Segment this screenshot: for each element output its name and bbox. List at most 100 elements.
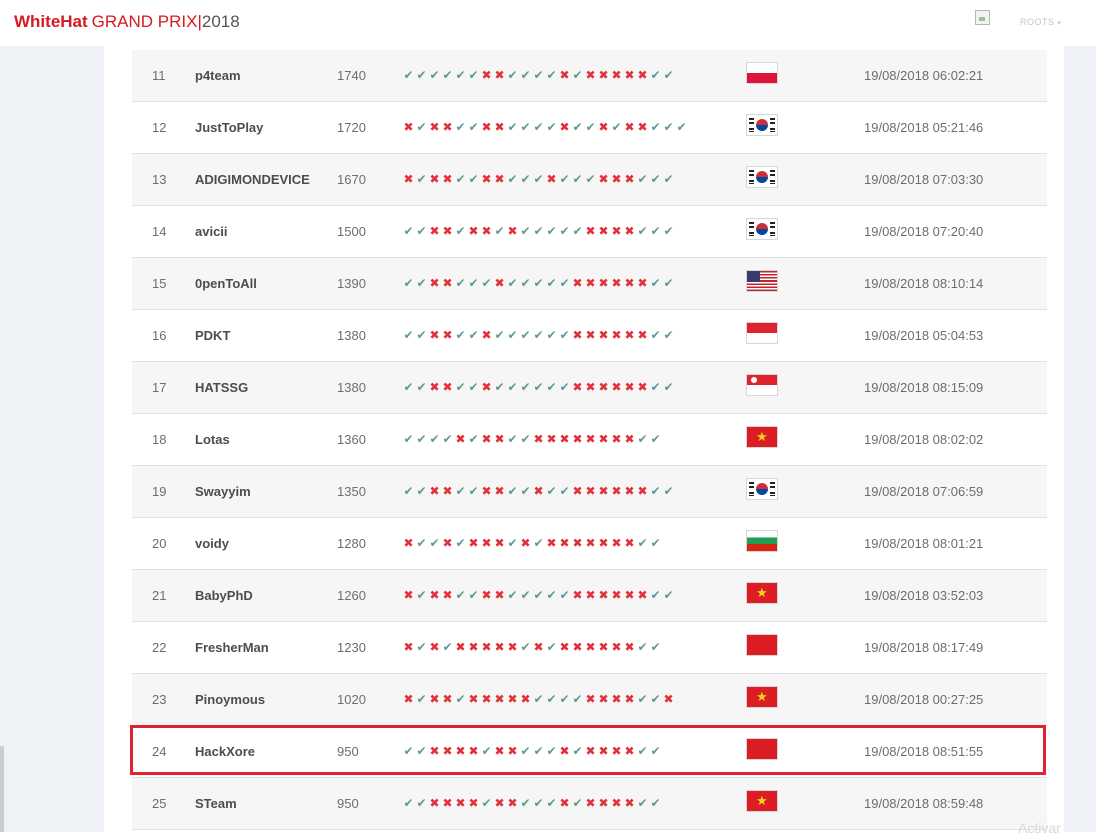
cross-icon: ✖ <box>442 796 453 810</box>
check-icon: ✔ <box>546 120 557 134</box>
check-icon: ✔ <box>520 68 531 82</box>
check-icon: ✔ <box>546 276 557 290</box>
check-icon: ✔ <box>546 796 557 810</box>
team-name-link[interactable]: FresherMan <box>195 622 269 673</box>
cross-icon: ✖ <box>611 484 622 498</box>
user-menu-dropdown[interactable]: ROOTS ▾ <box>1020 17 1062 27</box>
cross-icon: ✖ <box>442 744 453 758</box>
check-icon: ✔ <box>403 380 414 394</box>
check-icon: ✔ <box>416 276 427 290</box>
check-icon: ✔ <box>520 172 531 186</box>
team-name-link[interactable]: Lotas <box>195 414 230 465</box>
cross-icon: ✖ <box>442 484 453 498</box>
team-name-link[interactable]: HackXore <box>195 726 255 777</box>
check-icon: ✔ <box>585 172 596 186</box>
cross-icon: ✖ <box>494 536 505 550</box>
cross-icon: ✖ <box>481 68 492 82</box>
check-icon: ✔ <box>442 68 453 82</box>
check-icon: ✔ <box>572 120 583 134</box>
cross-icon: ✖ <box>598 484 609 498</box>
check-icon: ✔ <box>663 588 674 602</box>
check-icon: ✔ <box>663 68 674 82</box>
team-name-link[interactable]: STeam <box>195 778 237 829</box>
cross-icon: ✖ <box>585 380 596 394</box>
check-icon: ✔ <box>416 224 427 238</box>
check-icon: ✔ <box>416 380 427 394</box>
check-icon: ✔ <box>676 120 687 134</box>
site-logo[interactable]: WhiteHat GRAND PRIX|2018 <box>14 12 240 32</box>
cross-icon: ✖ <box>494 796 505 810</box>
activation-watermark: Activar <box>1018 820 1061 836</box>
check-icon: ✔ <box>650 68 661 82</box>
cross-icon: ✖ <box>442 328 453 342</box>
rank-cell: 21 <box>152 588 167 603</box>
check-icon: ✔ <box>559 380 570 394</box>
flag-pl-icon <box>747 63 777 83</box>
cross-icon: ✖ <box>637 380 648 394</box>
check-icon: ✔ <box>481 796 492 810</box>
check-icon: ✔ <box>559 328 570 342</box>
flag-cn-icon <box>747 739 777 759</box>
cross-icon: ✖ <box>637 484 648 498</box>
cross-icon: ✖ <box>429 224 440 238</box>
team-name-link[interactable]: ADIGIMONDEVICE <box>195 154 310 205</box>
table-row: 19 Swayyim 1350 ✔ ✔ ✖ ✖ ✔ ✔ ✖ ✖ ✔ ✔ ✖ ✔ ✔ ✖ ✖ ✖ ✖ ✖ ✖ ✔ ✔ 19/08/… <box>132 466 1047 518</box>
cross-icon: ✖ <box>468 536 479 550</box>
challenge-status-cell: ✔ ✔ ✖ ✖ ✔ ✖ ✖ ✔ ✖ ✔ ✔ ✔ ✔ ✔ ✖ ✖ ✖ ✖ ✔ ✔ ✔ <box>402 206 675 257</box>
table-row: 15 0penToAll 1390 ✔ ✔ ✖ ✖ ✔ ✔ ✔ ✖ ✔ ✔ ✔ ✔ ✔ ✖ ✖ ✖ ✖ ✖ ✖ ✔ ✔ 19/0… <box>132 258 1047 310</box>
country-flag-cell <box>747 739 777 759</box>
team-name-link[interactable]: Swayyim <box>195 466 251 517</box>
check-icon: ✔ <box>637 172 648 186</box>
submission-time-cell: 19/08/2018 03:52:03 <box>864 588 984 603</box>
check-icon: ✔ <box>455 536 466 550</box>
cross-icon: ✖ <box>624 172 635 186</box>
cross-icon: ✖ <box>559 536 570 550</box>
cross-icon: ✖ <box>481 692 492 706</box>
rank-cell: 11 <box>152 68 166 83</box>
left-sidebar <box>0 46 104 832</box>
cross-icon: ✖ <box>403 120 414 134</box>
check-icon: ✔ <box>468 484 479 498</box>
cross-icon: ✖ <box>429 328 440 342</box>
rank-cell: 14 <box>152 224 167 239</box>
team-name-link[interactable]: BabyPhD <box>195 570 253 621</box>
team-name-link[interactable]: p4team <box>195 50 241 101</box>
submission-time-cell: 19/08/2018 07:03:30 <box>864 172 984 187</box>
check-icon: ✔ <box>546 588 557 602</box>
cross-icon: ✖ <box>494 640 505 654</box>
cross-icon: ✖ <box>624 224 635 238</box>
score-cell: 1740 <box>337 68 366 83</box>
team-name-link[interactable]: HATSSG <box>195 362 248 413</box>
score-cell: 1280 <box>337 536 366 551</box>
score-cell: 1230 <box>337 640 366 655</box>
check-icon: ✔ <box>416 536 427 550</box>
flag-us-icon <box>747 271 777 291</box>
cross-icon: ✖ <box>624 536 635 550</box>
check-icon: ✔ <box>416 432 427 446</box>
rank-cell: 15 <box>152 276 167 291</box>
cross-icon: ✖ <box>598 68 609 82</box>
check-icon: ✔ <box>416 328 427 342</box>
check-icon: ✔ <box>533 536 544 550</box>
challenge-status-cell: ✔ ✔ ✖ ✖ ✔ ✔ ✖ ✖ ✔ ✔ ✖ ✔ ✔ ✖ ✖ ✖ ✖ ✖ ✖ ✔ ✔ <box>402 466 675 517</box>
logo-whitehat: WhiteHat <box>14 12 88 31</box>
check-icon: ✔ <box>429 432 440 446</box>
challenge-status-cell: ✖ ✔ ✖ ✖ ✔ ✔ ✖ ✖ ✔ ✔ ✔ ✔ ✖ ✔ ✔ ✖ ✔ ✖ ✖ ✔ ✔ ✔ <box>402 102 688 153</box>
challenge-status-cell: ✔ ✔ ✖ ✖ ✖ ✖ ✔ ✖ ✖ ✔ ✔ ✔ ✖ ✔ ✖ ✖ ✖ ✖ ✔ ✔ <box>402 726 662 777</box>
check-icon: ✔ <box>572 68 583 82</box>
cross-icon: ✖ <box>559 744 570 758</box>
check-icon: ✔ <box>650 120 661 134</box>
team-name-link[interactable]: JustToPlay <box>195 102 263 153</box>
team-name-link[interactable]: 0penToAll <box>195 258 257 309</box>
team-name-link[interactable]: voidy <box>195 518 229 569</box>
cross-icon: ✖ <box>598 432 609 446</box>
check-icon: ✔ <box>416 588 427 602</box>
cross-icon: ✖ <box>481 432 492 446</box>
cross-icon: ✖ <box>585 536 596 550</box>
broken-image-icon[interactable] <box>975 10 990 25</box>
challenge-status-cell: ✖ ✔ ✔ ✖ ✔ ✖ ✖ ✖ ✔ ✖ ✔ ✖ ✖ ✖ ✖ ✖ ✖ ✖ ✔ ✔ <box>402 518 662 569</box>
team-name-link[interactable]: Pinoymous <box>195 674 265 725</box>
flag-vn-icon <box>747 583 777 603</box>
team-name-link[interactable]: PDKT <box>195 310 230 361</box>
team-name-link[interactable]: avicii <box>195 206 228 257</box>
